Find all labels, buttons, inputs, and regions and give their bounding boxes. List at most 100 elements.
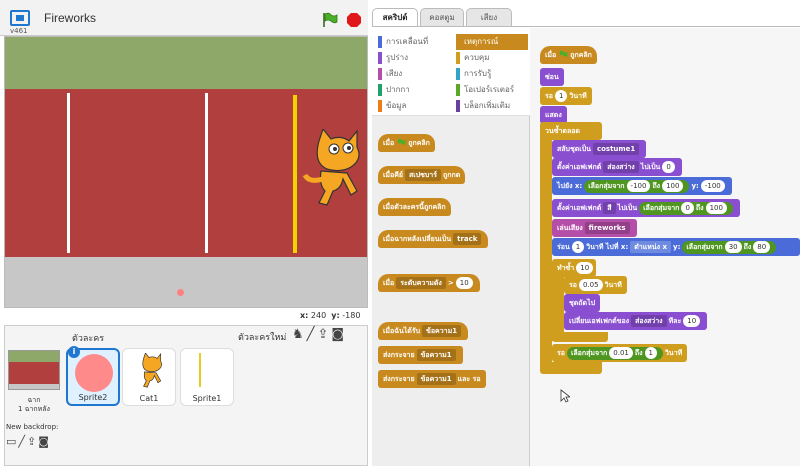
category-left-2[interactable]: เสียง [378,66,452,82]
script-forever[interactable]: วนซ้ำตลอด [540,122,602,140]
sprite-name: Cat1 [139,394,159,403]
tab-sounds[interactable]: เสียง [466,8,512,26]
forever-c-arm [540,131,552,371]
new-backdrop-tools: ▭╱⇪◙ [6,435,51,448]
category-left-1[interactable]: รูปร่าง [378,50,452,66]
green-flag-icon[interactable] [322,12,338,28]
palette-when-key-pressed[interactable]: เมื่อคีย์ สเปซบาร์ ถูกกด [378,166,466,184]
brush-icon[interactable]: ╱ [18,435,27,448]
block-palette: เมื่อ ถูกคลิก เมื่อคีย์ สเปซบาร์ ถูกกด เมื่… [372,116,530,466]
sprites-title: ตัวละคร [72,334,105,344]
track-line [67,93,70,253]
palette-broadcast-and-wait[interactable]: ส่งกระจาย ข้อความ1 และ รอ [378,370,486,388]
category-color-swatch [378,52,382,64]
pick-random[interactable]: เลือกสุ่มจาก -100 ถึง 100 [584,179,690,193]
backdrop-thumbnail[interactable] [8,350,60,390]
category-color-swatch [378,100,382,112]
category-label: โอเปอร์เรเตอร์ [464,85,515,94]
category-color-swatch [378,84,382,96]
stage-canvas[interactable] [4,36,368,308]
script-repeat[interactable]: ทำซ้ำ 10 [552,259,596,277]
category-color-swatch [456,52,460,64]
version-label: v461 [10,27,28,35]
sprite-thumbnail [75,354,113,392]
script-wait[interactable]: รอ 1 วินาที [540,87,592,105]
palette-when-loudness[interactable]: เมื่อ ระดับความดัง >10 [378,274,480,292]
category-label: การรับรู้ [464,69,492,78]
forever-c-bottom [540,362,602,374]
grass-backdrop [5,37,367,89]
paint-icon[interactable]: ▭ [6,435,18,448]
category-color-swatch [456,100,460,112]
palette-broadcast[interactable]: ส่งกระจาย ข้อความ1 [378,346,463,364]
category-label: ปากกา [386,85,410,94]
mouse-coords: x: 240 y: -180 [300,311,361,320]
category-label: บล็อกเพิ่มเติม [464,101,511,110]
script-change-effect[interactable]: เปลี่ยนเอฟเฟกต์ของ ส่องสว่าง ทีละ 10 [564,312,708,330]
camera-icon[interactable]: ◙ [331,327,347,342]
palette-when-sprite-clicked[interactable]: เมื่อตัวละครนี้ถูกคลิก [378,198,451,216]
upload-icon[interactable]: ⇪ [317,327,331,342]
upload-icon[interactable]: ⇪ [27,435,38,448]
palette-when-backdrop-switches[interactable]: เมื่อฉากหลังเปลี่ยนเป็น track [378,230,489,248]
sprite-name: Sprite1 [192,394,222,403]
script-next-costume[interactable]: ชุดถัดไป [564,294,601,312]
tab-scripts[interactable]: สคริปต์ [372,8,418,26]
backdrop-label: ฉาก 1 ฉากหลัง [18,396,50,413]
script-hide[interactable]: ซ่อน [540,68,564,86]
script-wait-random[interactable]: รอ เลือกสุ่มจาก 0.01 ถึง 1 วินาที [552,344,688,362]
category-color-swatch [456,68,460,80]
paint-brush-icon[interactable]: ╱ [307,327,318,342]
new-sprite-tools: ♞╱⇪◙ [292,327,347,342]
finish-line-sprite[interactable] [293,95,297,253]
script-play-sound[interactable]: เล่นเสียง fireworks [552,219,637,237]
script-set-color-effect[interactable]: ตั้งค่าเอฟเฟกต์ สี ไปเป็น เลือกสุ่มจาก 0 ถึง 1… [552,199,740,217]
script-when-flag-clicked[interactable]: เมื่อ ถูกคลิก [540,46,597,64]
category-label: ควบคุม [464,53,490,62]
script-glide[interactable]: ร่อน 1 วินาที ไปที่ x: ตำแหน่ง x y: เลือกสุ่ม… [552,238,800,256]
pick-random[interactable]: เลือกสุ่มจาก 0 ถึง 100 [639,201,733,215]
script-wait-short[interactable]: รอ 0.05 วินาที [564,276,627,294]
pick-random[interactable]: เลือกสุ่มจาก 30 ถึง 80 [682,240,777,254]
cat-sprite[interactable] [301,129,361,209]
fullscreen-icon[interactable] [10,10,30,26]
category-left-0[interactable]: การเคลื่อนที่ [378,34,452,50]
tab-costumes[interactable]: คอสตูม [420,8,464,26]
category-left-3[interactable]: ปากกา [378,82,452,98]
category-label: เหตุการณ์ [464,37,499,46]
category-color-swatch [456,84,460,96]
sprite-tile-sprite2[interactable]: i Sprite2 [66,346,120,406]
category-right-2[interactable]: การรับรู้ [456,66,528,82]
sprite-name: Sprite2 [78,393,108,402]
new-backdrop-label: New backdrop: [6,423,59,431]
project-title[interactable]: Fireworks [44,11,96,25]
firework-sprite[interactable] [177,289,184,296]
category-right-0[interactable]: เหตุการณ์ [456,34,528,50]
category-label: เสียง [386,69,403,78]
category-left-4[interactable]: ข้อมูล [378,98,452,114]
category-right-1[interactable]: ควบคุม [456,50,528,66]
palette-when-i-receive[interactable]: เมื่อฉันได้รับ ข้อความ1 [378,322,469,340]
category-label: ข้อมูล [386,101,407,110]
info-icon[interactable]: i [68,346,80,358]
camera-icon[interactable]: ◙ [38,435,51,448]
sprite-tile-sprite1[interactable]: Sprite1 [180,348,234,406]
pick-random[interactable]: เลือกสุ่มจาก 0.01 ถึง 1 [566,346,663,360]
repeat-c-bottom [552,332,608,342]
script-go-to[interactable]: ไปยัง x: เลือกสุ่มจาก -100 ถึง 100 y: -100 [552,177,732,195]
category-right-4[interactable]: บล็อกเพิ่มเติม [456,98,528,114]
library-icon[interactable]: ♞ [292,327,307,342]
category-color-swatch [378,36,382,48]
category-label: การเคลื่อนที่ [386,37,429,46]
category-color-swatch [456,36,460,48]
palette-when-flag-clicked[interactable]: เมื่อ ถูกคลิก [378,134,435,152]
category-panel: การเคลื่อนที่รูปร่างเสียงปากกาข้อมูล เหต… [372,28,530,116]
ground-strip [5,257,367,307]
green-flag-icon [560,50,568,57]
green-flag-icon [398,138,406,145]
script-switch-costume[interactable]: สลับชุดเป็น costume1 [552,140,647,158]
category-right-3[interactable]: โอเปอร์เรเตอร์ [456,82,528,98]
sprite-tile-cat1[interactable]: Cat1 [122,348,176,406]
script-set-effect[interactable]: ตั้งค่าเอฟเฟกต์ ส่องสว่าง ไปเป็น 0 [552,158,682,176]
stop-icon[interactable] [346,12,362,28]
